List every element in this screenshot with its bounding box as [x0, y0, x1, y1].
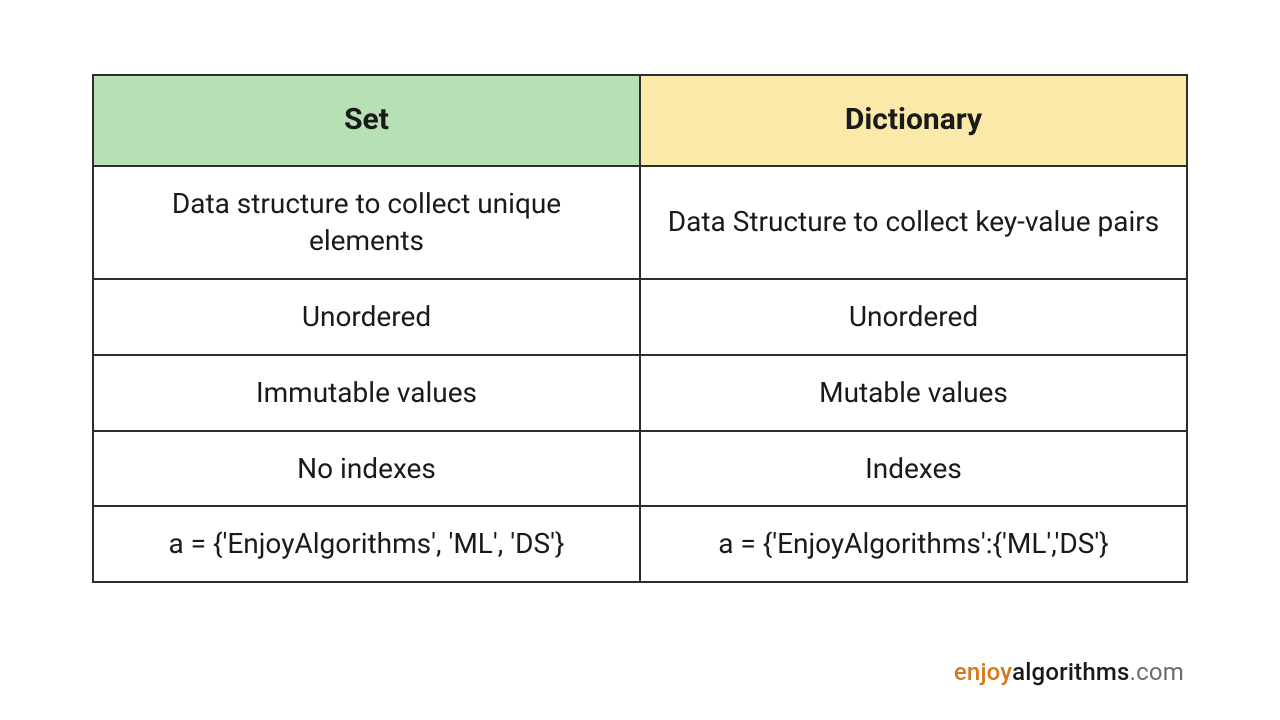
cell-dictionary: Unordered	[640, 279, 1187, 355]
watermark-brand-1: enjoy	[954, 658, 1012, 686]
table-row: Immutable values Mutable values	[93, 355, 1187, 431]
cell-set: No indexes	[93, 431, 640, 507]
cell-dictionary: Data Structure to collect key-value pair…	[640, 166, 1187, 280]
table-row: a = {'EnjoyAlgorithms', 'ML', 'DS'} a = …	[93, 506, 1187, 582]
cell-set: a = {'EnjoyAlgorithms', 'ML', 'DS'}	[93, 506, 640, 582]
cell-dictionary: Indexes	[640, 431, 1187, 507]
cell-set: Immutable values	[93, 355, 640, 431]
table-header-row: Set Dictionary	[93, 75, 1187, 166]
comparison-table: Set Dictionary Data structure to collect…	[92, 74, 1188, 583]
comparison-table-container: Set Dictionary Data structure to collect…	[92, 74, 1188, 583]
cell-dictionary: a = {'EnjoyAlgorithms':{'ML','DS'}	[640, 506, 1187, 582]
header-set: Set	[93, 75, 640, 166]
table-row: Data structure to collect unique element…	[93, 166, 1187, 280]
cell-set: Unordered	[93, 279, 640, 355]
cell-set: Data structure to collect unique element…	[93, 166, 640, 280]
header-dictionary: Dictionary	[640, 75, 1187, 166]
cell-dictionary: Mutable values	[640, 355, 1187, 431]
table-row: No indexes Indexes	[93, 431, 1187, 507]
watermark-tld: .com	[1130, 658, 1184, 686]
watermark-brand-2: algorithms	[1012, 658, 1129, 686]
watermark: enjoyalgorithms.com	[954, 658, 1184, 686]
table-row: Unordered Unordered	[93, 279, 1187, 355]
